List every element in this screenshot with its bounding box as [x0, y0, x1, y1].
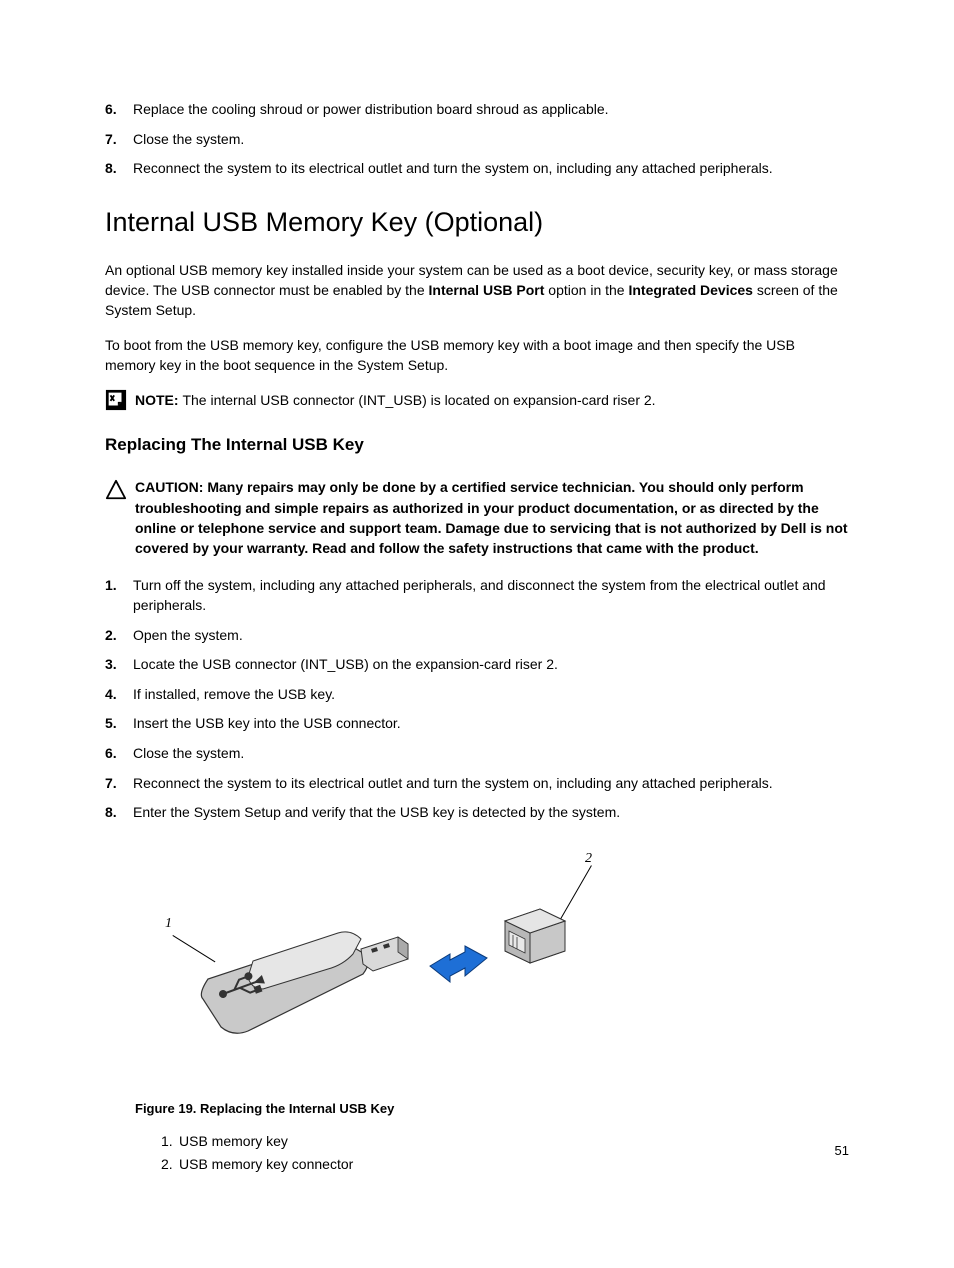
intro-paragraph-1: An optional USB memory key installed ins…	[105, 260, 849, 321]
step-6: 6. Replace the cooling shroud or power d…	[105, 100, 849, 120]
step-text: Insert the USB key into the USB connecto…	[133, 714, 849, 734]
legend-number: 2.	[161, 1155, 179, 1175]
section-heading: Internal USB Memory Key (Optional)	[105, 207, 849, 238]
step-number: 5.	[105, 714, 133, 734]
blue-arrow-icon	[425, 936, 495, 986]
bold-text: Internal USB Port	[429, 282, 545, 298]
step-1: 1.Turn off the system, including any att…	[105, 576, 849, 615]
step-number: 1.	[105, 576, 133, 615]
legend-number: 1.	[161, 1132, 179, 1152]
step-number: 7.	[105, 130, 133, 150]
continuation-steps: 6. Replace the cooling shroud or power d…	[105, 100, 849, 179]
caution-label: CAUTION:	[135, 479, 207, 495]
step-text: Enter the System Setup and verify that t…	[133, 803, 849, 823]
legend-item-2: 2.USB memory key connector	[161, 1155, 849, 1175]
procedure-steps: 1.Turn off the system, including any att…	[105, 576, 849, 822]
step-number: 6.	[105, 100, 133, 120]
step-8b: 8.Enter the System Setup and verify that…	[105, 803, 849, 823]
step-number: 2.	[105, 626, 133, 646]
step-text: Reconnect the system to its electrical o…	[133, 159, 849, 179]
step-text: If installed, remove the USB key.	[133, 685, 849, 705]
step-text: Reconnect the system to its electrical o…	[133, 774, 849, 794]
intro-paragraph-2: To boot from the USB memory key, configu…	[105, 335, 849, 376]
callout-1: 1	[165, 916, 172, 932]
step-text: Replace the cooling shroud or power dist…	[133, 100, 849, 120]
subsection-heading: Replacing The Internal USB Key	[105, 435, 849, 455]
bold-text: Integrated Devices	[628, 282, 753, 298]
step-3: 3.Locate the USB connector (INT_USB) on …	[105, 655, 849, 675]
step-text: Open the system.	[133, 626, 849, 646]
note-icon	[105, 389, 127, 411]
step-7: 7. Close the system.	[105, 130, 849, 150]
step-2: 2.Open the system.	[105, 626, 849, 646]
figure-legend: 1.USB memory key 2.USB memory key connec…	[161, 1132, 849, 1175]
usb-connector-illustration	[485, 901, 575, 971]
step-text: Locate the USB connector (INT_USB) on th…	[133, 655, 849, 675]
text: option in the	[544, 282, 628, 298]
caution-icon	[105, 479, 127, 501]
step-number: 8.	[105, 159, 133, 179]
page-number: 51	[835, 1143, 849, 1158]
note-content: NOTE: The internal USB connector (INT_US…	[135, 389, 656, 410]
figure-caption: Figure 19. Replacing the Internal USB Ke…	[135, 1101, 849, 1116]
step-number: 4.	[105, 685, 133, 705]
usb-key-illustration	[193, 919, 443, 1039]
step-number: 7.	[105, 774, 133, 794]
note-text: The internal USB connector (INT_USB) is …	[182, 392, 655, 408]
step-5: 5.Insert the USB key into the USB connec…	[105, 714, 849, 734]
legend-item-1: 1.USB memory key	[161, 1132, 849, 1152]
step-number: 8.	[105, 803, 133, 823]
step-6b: 6.Close the system.	[105, 744, 849, 764]
step-text: Close the system.	[133, 130, 849, 150]
note-block: NOTE: The internal USB connector (INT_US…	[105, 389, 849, 411]
step-8: 8. Reconnect the system to its electrica…	[105, 159, 849, 179]
step-text: Turn off the system, including any attac…	[133, 576, 849, 615]
step-number: 6.	[105, 744, 133, 764]
legend-text: USB memory key	[179, 1132, 288, 1152]
caution-text: Many repairs may only be done by a certi…	[135, 479, 848, 556]
step-4: 4.If installed, remove the USB key.	[105, 685, 849, 705]
legend-text: USB memory key connector	[179, 1155, 353, 1175]
note-label: NOTE:	[135, 392, 182, 408]
step-7b: 7.Reconnect the system to its electrical…	[105, 774, 849, 794]
step-number: 3.	[105, 655, 133, 675]
caution-block: CAUTION: Many repairs may only be done b…	[105, 477, 849, 558]
caution-content: CAUTION: Many repairs may only be done b…	[135, 477, 849, 558]
step-text: Close the system.	[133, 744, 849, 764]
figure-19: 1 2	[135, 851, 605, 1091]
